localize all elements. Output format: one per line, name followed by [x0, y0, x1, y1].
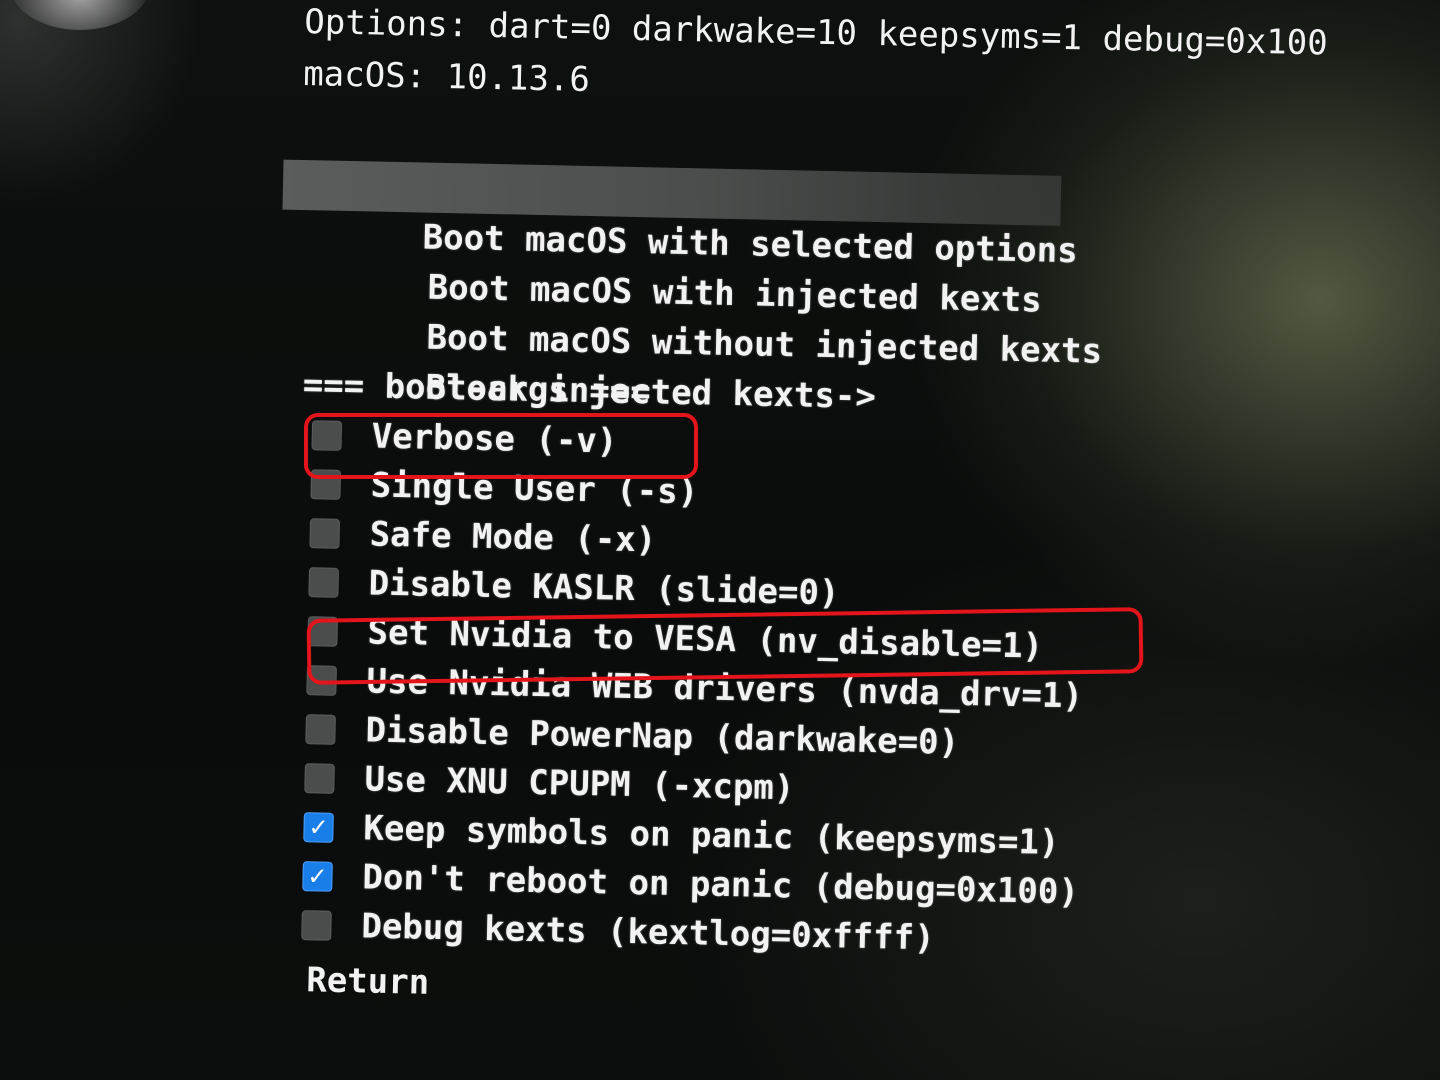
boot-arg-label: Disable PowerNap (darkwake=0): [365, 709, 960, 763]
boot-arg-label: Use XNU CPUPM (-xcpm): [364, 758, 795, 808]
menu-item-label: Boot macOS with selected options: [422, 217, 1079, 272]
checkbox-checked-icon[interactable]: ✓: [303, 811, 334, 843]
checkbox-unchecked-icon[interactable]: [310, 468, 342, 500]
menu-item-label: Boot macOS without injected kexts: [426, 317, 1103, 372]
checkmark-icon: ✓: [307, 861, 328, 891]
checkbox-unchecked-icon[interactable]: [309, 517, 341, 549]
glare-blob: [10, 0, 150, 30]
boot-args-list: Verbose (-v) Single User (-s) Safe Mode …: [285, 410, 1416, 972]
checkbox-unchecked-icon[interactable]: [308, 566, 340, 598]
boot-arg-label: Verbose (-v): [371, 415, 618, 462]
checkbox-unchecked-icon[interactable]: [305, 713, 336, 745]
boot-options-menu: Options: dart=0 darkwake=10 keepsyms=1 d…: [282, 0, 1425, 1028]
checkmark-icon: ✓: [308, 812, 329, 842]
checkbox-checked-icon[interactable]: ✓: [302, 860, 333, 892]
checkbox-unchecked-icon[interactable]: [311, 419, 343, 451]
checkbox-unchecked-icon[interactable]: [306, 664, 337, 696]
menu-item-label: Boot macOS with injected kexts: [427, 267, 1043, 321]
boot-arg-label: Single User (-s): [370, 464, 699, 512]
boot-arg-label: Disable KASLR (slide=0): [368, 562, 840, 613]
boot-arg-label: Debug kexts (kextlog=0xffff): [361, 905, 935, 958]
boot-arg-label: Safe Mode (-x): [369, 513, 657, 560]
checkbox-unchecked-icon[interactable]: [301, 909, 332, 941]
boot-screen: Options: dart=0 darkwake=10 keepsyms=1 d…: [0, 0, 1440, 1080]
checkbox-unchecked-icon[interactable]: [304, 762, 335, 794]
checkbox-unchecked-icon[interactable]: [307, 615, 338, 647]
